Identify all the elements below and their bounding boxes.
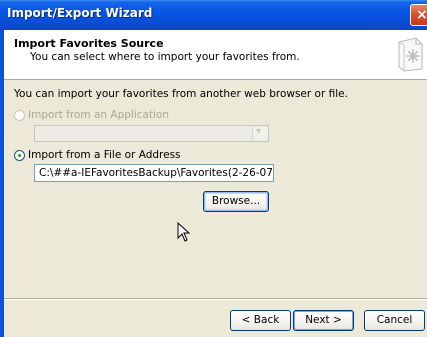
radio-label-file: Import from a File or Address <box>28 149 181 161</box>
browse-button[interactable]: Browse... <box>203 191 269 212</box>
window-title: Import/Export Wizard <box>7 6 153 20</box>
radio-label-application: Import from an Application <box>28 109 170 121</box>
close-button[interactable]: × <box>410 4 427 26</box>
intro-text: You can import your favorites from anoth… <box>14 88 348 100</box>
application-select[interactable]: ▾ <box>34 125 269 142</box>
chevron-down-icon: ▾ <box>256 126 262 137</box>
title-bar[interactable]: Import/Export Wizard × <box>0 0 427 30</box>
next-button[interactable]: Next > <box>293 310 354 331</box>
close-icon: × <box>416 7 427 23</box>
page-title: Import Favorites Source <box>14 37 164 50</box>
page-subtitle: You can select where to import your favo… <box>30 51 300 63</box>
mouse-cursor-icon <box>177 222 191 242</box>
dropdown-button[interactable]: ▾ <box>252 126 267 140</box>
file-path-input[interactable]: C:\##a-IEFavoritesBackup\Favorites(2-26-… <box>34 164 274 182</box>
wizard-header: Import Favorites Source You can select w… <box>4 30 427 80</box>
dialog-client-area: Import Favorites Source You can select w… <box>4 30 427 337</box>
radio-dot-icon <box>18 154 21 157</box>
document-star-icon <box>398 37 423 72</box>
cancel-button[interactable]: Cancel <box>364 310 425 331</box>
back-button[interactable]: < Back <box>230 310 291 331</box>
wizard-window: Import/Export Wizard × Import Favorites … <box>0 0 427 337</box>
radio-button-unchecked[interactable] <box>14 110 25 121</box>
footer-divider <box>4 298 427 300</box>
radio-button-checked[interactable] <box>14 150 25 161</box>
